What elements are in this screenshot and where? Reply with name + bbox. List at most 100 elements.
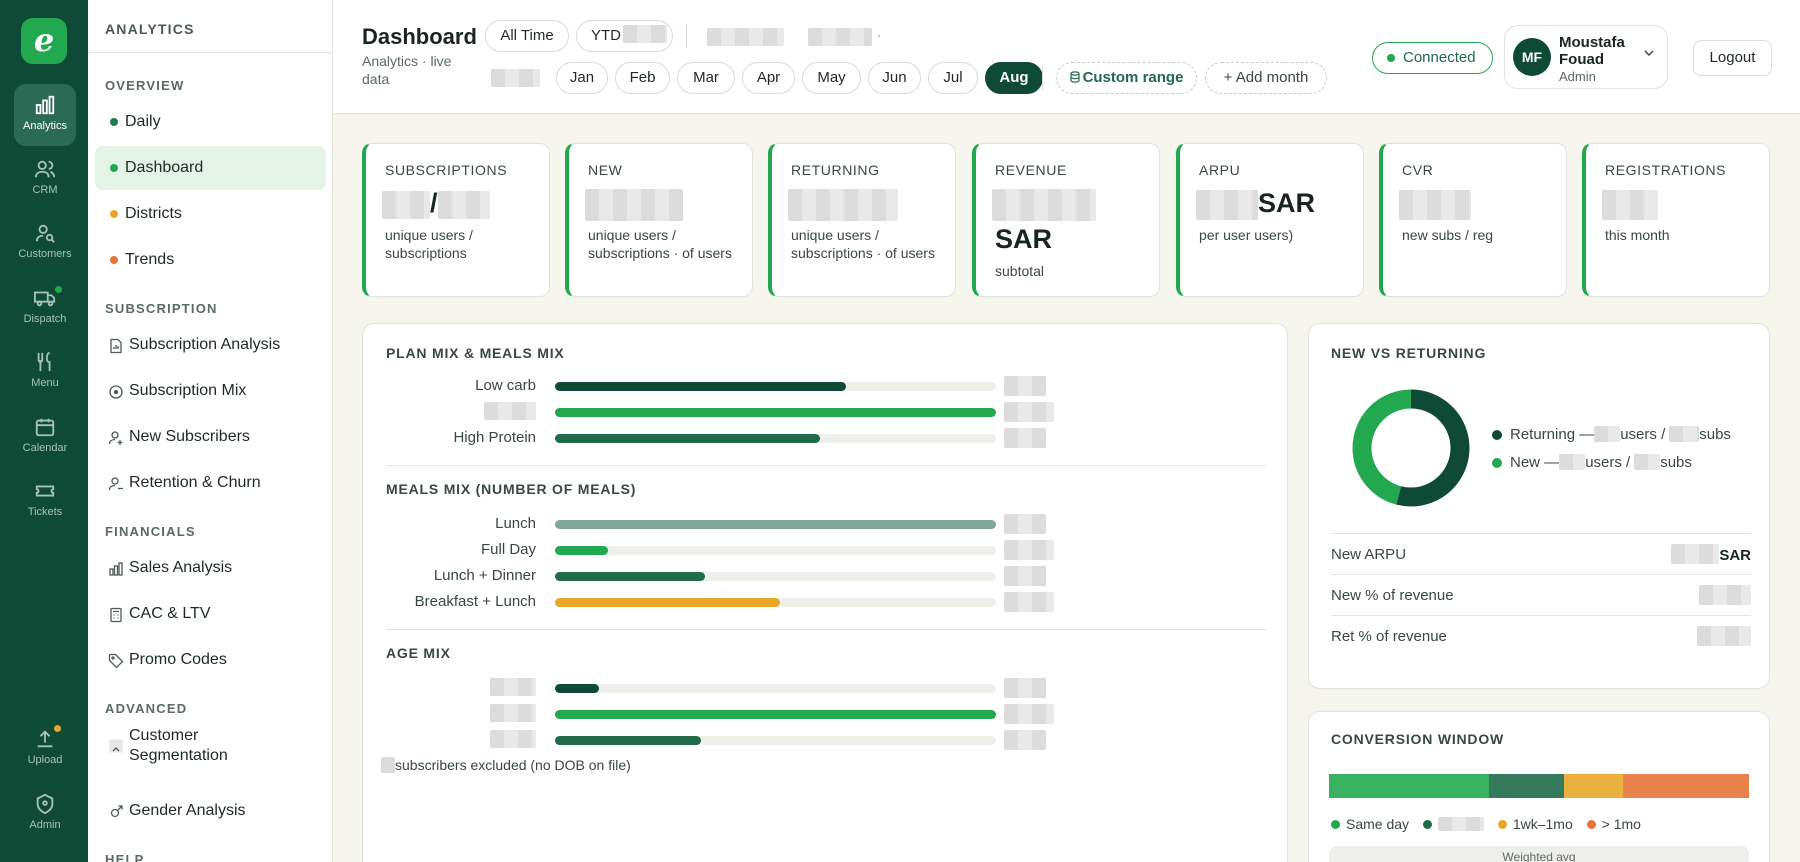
- mix-row: Breakfast + Lunch: [386, 592, 1066, 612]
- segments-icon: [109, 739, 123, 753]
- redacted-value: [623, 25, 667, 43]
- avatar: MF: [1513, 38, 1551, 76]
- month-mar[interactable]: Mar: [677, 62, 735, 94]
- redacted-value: [1004, 540, 1054, 560]
- sidebar-item-cac-ltv[interactable]: CAC & LTV: [95, 592, 326, 636]
- redacted-value: [437, 190, 490, 219]
- range-ytd[interactable]: YTD: [576, 20, 673, 52]
- calculator-icon: [110, 607, 122, 623]
- rail-item-upload[interactable]: Upload: [14, 718, 76, 780]
- tag-icon: [108, 653, 124, 669]
- sidebar-item-promo-codes[interactable]: Promo Codes: [95, 638, 326, 682]
- mix-row-label: Breakfast + Lunch: [414, 593, 536, 610]
- app-rail: e Analytics CRM Customers Dispatch Menu …: [0, 0, 88, 862]
- add-month-button[interactable]: + Add month: [1205, 62, 1327, 94]
- sidebar-item-sales-analysis[interactable]: Sales Analysis: [95, 546, 326, 590]
- mix-bar-fill: [555, 684, 600, 693]
- header: Dashboard Analytics · live data All Time…: [333, 0, 1800, 114]
- utensils-icon: [37, 351, 51, 372]
- redacted-value: [381, 757, 395, 773]
- month-apr[interactable]: Apr: [742, 62, 795, 94]
- sidebar-item-trends[interactable]: Trends: [95, 238, 326, 282]
- rail-item-admin[interactable]: Admin: [14, 783, 76, 845]
- month-jan[interactable]: Jan: [556, 62, 608, 94]
- mix-row: Lunch + Dinner: [386, 566, 1066, 586]
- bar-chart-icon: [35, 95, 55, 115]
- kpi-new: NEW unique users / subscriptions · of us…: [565, 143, 753, 297]
- rail-item-calendar[interactable]: Calendar: [14, 406, 76, 468]
- redacted-label: [490, 704, 536, 722]
- app-logo[interactable]: e: [21, 18, 67, 64]
- kpi-value: [992, 188, 1096, 221]
- mix-bar-fill: [555, 736, 701, 745]
- status-dot: [110, 164, 118, 172]
- redacted-label: [490, 730, 536, 748]
- user-menu[interactable]: MF Moustafa Fouad Admin: [1504, 25, 1668, 89]
- panel-title: CONVERSION WINDOW: [1331, 731, 1505, 747]
- user-search-icon: [35, 224, 55, 243]
- redacted-value: [1671, 544, 1720, 564]
- redacted-range[interactable]: [808, 28, 872, 46]
- section-subscription: SUBSCRIPTION: [105, 301, 218, 316]
- sidebar-item-districts[interactable]: Districts: [95, 192, 326, 236]
- mix-bar-track: [555, 382, 996, 391]
- month-may[interactable]: May: [802, 62, 861, 94]
- sidebar-item-gender-analysis[interactable]: Gender Analysis: [95, 789, 326, 833]
- redacted-value: [1004, 592, 1054, 612]
- stat-new-arpu: New ARPU SAR: [1331, 533, 1751, 573]
- rail-item-crm[interactable]: CRM: [14, 148, 76, 210]
- divider: [88, 52, 332, 53]
- mix-row-label: [484, 402, 536, 423]
- sidebar-item-subscription-analysis[interactable]: Subscription Analysis: [95, 323, 326, 367]
- page-title: Dashboard: [362, 24, 477, 49]
- redacted-value: [1004, 678, 1046, 698]
- mix-bar-track: [555, 572, 996, 581]
- meals-mix-title: MEALS MIX (NUMBER OF MEALS): [386, 481, 637, 497]
- month-jun[interactable]: Jun: [868, 62, 921, 94]
- rail-item-customers[interactable]: Customers: [14, 212, 76, 274]
- stat-ret-revenue-share: Ret % of revenue: [1331, 615, 1751, 655]
- redacted-value: [1004, 428, 1046, 448]
- legend-dot: [1586, 820, 1596, 829]
- mix-row-label: Low carb: [475, 377, 536, 394]
- sidebar-item-dashboard[interactable]: Dashboard: [95, 146, 326, 190]
- redacted-value: [585, 188, 683, 221]
- redacted-value: [1004, 402, 1054, 422]
- sidebar-item-new-subscribers[interactable]: New Subscribers: [95, 415, 326, 459]
- range-all-time[interactable]: All Time: [485, 20, 569, 52]
- mix-row: Lunch: [386, 514, 1066, 534]
- mix-bar-fill: [555, 710, 996, 719]
- upload-icon: [37, 730, 53, 748]
- sidebar-item-customer-segmentation[interactable]: Customer Segmentation: [95, 723, 326, 767]
- divider: [1042, 66, 1043, 90]
- sidebar-item-retention-churn[interactable]: Retention & Churn: [95, 461, 326, 505]
- page-subtitle: Analytics · live data: [362, 53, 452, 87]
- redacted-range[interactable]: [707, 28, 784, 46]
- custom-range-button[interactable]: Custom range: [1056, 62, 1197, 94]
- sidebar: ANALYTICS OVERVIEW Daily Dashboard Distr…: [88, 0, 333, 862]
- upload-notification-dot: [54, 725, 61, 732]
- rail-item-menu[interactable]: Menu: [14, 341, 76, 403]
- redacted-value: [1594, 426, 1621, 442]
- section-financials: FINANCIALS: [105, 524, 196, 539]
- mix-bar-track: [555, 434, 996, 443]
- mix-bar-track: [555, 710, 996, 719]
- month-jul[interactable]: Jul: [928, 62, 978, 94]
- mix-bar-track: [555, 598, 996, 607]
- redacted-value: [1004, 704, 1054, 724]
- logout-button[interactable]: Logout: [1693, 40, 1772, 76]
- rail-item-analytics[interactable]: Analytics: [14, 84, 76, 146]
- redacted-year[interactable]: [491, 69, 540, 87]
- rail-item-dispatch[interactable]: Dispatch: [14, 277, 76, 339]
- month-feb[interactable]: Feb: [615, 62, 670, 94]
- rail-item-tickets[interactable]: Tickets: [14, 470, 76, 532]
- user-role: Admin: [1559, 69, 1596, 84]
- mix-panel: PLAN MIX & MEALS MIX Low carb High Protei…: [362, 323, 1288, 862]
- month-aug[interactable]: Aug: [985, 62, 1043, 94]
- sidebar-item-subscription-mix[interactable]: Subscription Mix: [95, 369, 326, 413]
- sidebar-item-daily[interactable]: Daily: [95, 100, 326, 144]
- mix-bar-fill: [555, 434, 820, 443]
- conversion-stacked-bar: [1329, 761, 1749, 807]
- mix-row: [386, 678, 1066, 698]
- kpi-value: [585, 188, 683, 221]
